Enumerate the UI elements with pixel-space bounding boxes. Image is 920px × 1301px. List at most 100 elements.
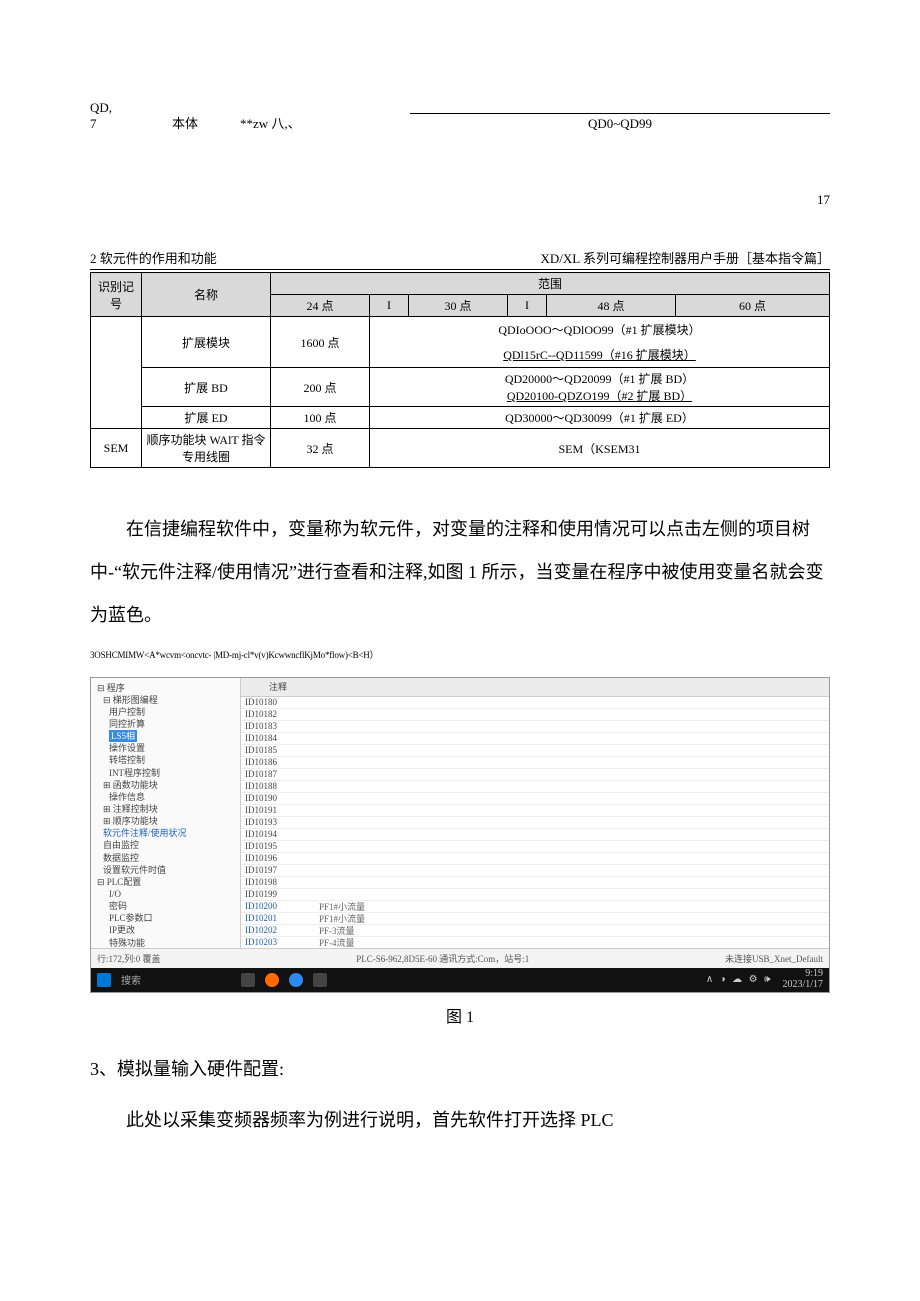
addr-cell: ID10185: [241, 745, 315, 755]
screenshot-ide: ⊟ 程序⊟ 梯形图编程用户控制同控折算LS5相操作设置转塔控制INT程序控制⊞ …: [90, 677, 830, 993]
addr-cell: ID10190: [241, 793, 315, 803]
hdr-c3: **zw 八,、: [240, 113, 410, 132]
softelem-list[interactable]: 注释 ID10180ID10182ID10183ID10184ID10185ID…: [241, 678, 829, 948]
section-3-title: 3、模拟量输入硬件配置:: [90, 1055, 830, 1081]
list-item[interactable]: ID10184: [241, 733, 829, 745]
list-item[interactable]: ID10186: [241, 757, 829, 769]
addr-cell: ID10196: [241, 853, 315, 863]
status-bar: 行:172,列:0 覆盖 PLC-S6-962,8D5E-60 通讯方式:Com…: [91, 948, 829, 968]
list-item[interactable]: ID10198: [241, 877, 829, 889]
cell-r3-name: 扩展 ED: [142, 407, 271, 429]
list-item[interactable]: ID10191: [241, 805, 829, 817]
cell-r3-text: QD30000～QD30099（#1 扩展 ED）: [370, 407, 830, 429]
cell-r3-pts: 100 点: [271, 407, 370, 429]
addr-cell: ID10198: [241, 877, 315, 887]
tree-node[interactable]: 软元件注释/使用状况: [97, 827, 234, 839]
tree-node[interactable]: 数据监控: [97, 852, 234, 864]
tree-node[interactable]: ⊞ 函数功能块: [97, 779, 234, 791]
hdr-c1b: 7: [90, 116, 130, 132]
edge-icon[interactable]: [289, 973, 303, 987]
list-item[interactable]: ID10183: [241, 721, 829, 733]
th-name: 名称: [142, 273, 271, 317]
cell-r4-text: SEM（KSEM31: [370, 429, 830, 468]
addr-cell: ID10195: [241, 841, 315, 851]
list-item[interactable]: ID10188: [241, 781, 829, 793]
list-item[interactable]: ID10197: [241, 865, 829, 877]
task-icon[interactable]: [241, 973, 255, 987]
tree-node[interactable]: 转塔控制: [97, 754, 234, 766]
list-item[interactable]: ID10194: [241, 829, 829, 841]
tree-node[interactable]: ⊞ 顺序功能块: [97, 815, 234, 827]
section-left: 2 软元件的作用和功能: [90, 248, 217, 267]
hdr-c1a: QD,: [90, 100, 130, 116]
cell-r2-pts: 200 点: [271, 368, 370, 407]
tree-node[interactable]: 特殊功能: [97, 937, 234, 948]
cell-r4-id: SEM: [91, 429, 142, 468]
list-item[interactable]: ID10203PF-4流量: [241, 937, 829, 948]
cell-r1-text: QDIoOOO～QDlOO99（#1 扩展模块） QDl15rC--QD1159…: [370, 317, 830, 368]
cell-r1-pts: 1600 点: [271, 317, 370, 368]
app-icon[interactable]: [313, 973, 327, 987]
cell-r2-text: QD20000～QD20099（#1 扩展 BD） QD20100-QDZO19…: [370, 368, 830, 407]
status-mid: PLC-S6-962,8D5E-60 通讯方式:Com，站号:1: [356, 952, 529, 965]
addr-cell: ID10184: [241, 733, 315, 743]
list-item[interactable]: ID10185: [241, 745, 829, 757]
tree-node[interactable]: ⊞ 注释控制块: [97, 803, 234, 815]
hdr-c4: QD0~QD99: [410, 113, 830, 132]
addr-cell: ID10199: [241, 889, 315, 899]
th-i2: I: [508, 295, 547, 317]
section-3-para: 此处以采集变频器频率为例进行说明，首先软件打开选择 PLC: [90, 1099, 830, 1142]
hdr-c2: 本体: [130, 113, 240, 132]
list-item[interactable]: ID10180: [241, 697, 829, 709]
tree-node[interactable]: 同控折算: [97, 718, 234, 730]
tree-node[interactable]: LS5相: [97, 730, 234, 742]
tree-node[interactable]: I/O: [97, 888, 234, 900]
th-24: 24 点: [271, 295, 370, 317]
list-item[interactable]: ID10190: [241, 793, 829, 805]
tree-node[interactable]: 操作信息: [97, 791, 234, 803]
clock-time: 9:19: [805, 968, 823, 979]
addr-cell: ID10180: [241, 697, 315, 707]
list-item[interactable]: ID10187: [241, 769, 829, 781]
softelem-table: 识别记号 名称 范围 24 点 I 30 点 I 48 点 60 点 扩展模块 …: [90, 272, 830, 468]
addr-cell: ID10187: [241, 769, 315, 779]
addr-cell: ID10191: [241, 805, 315, 815]
project-tree[interactable]: ⊟ 程序⊟ 梯形图编程用户控制同控折算LS5相操作设置转塔控制INT程序控制⊞ …: [91, 678, 241, 948]
list-item[interactable]: ID10196: [241, 853, 829, 865]
addr-cell: ID10183: [241, 721, 315, 731]
tree-node[interactable]: 操作设置: [97, 742, 234, 754]
firefox-icon[interactable]: [265, 973, 279, 987]
clock-date: 2023/1/17: [782, 979, 823, 990]
tree-node[interactable]: 密码: [97, 900, 234, 912]
cell-r4-name: 顺序功能块 WAlT 指令专用线圈: [142, 429, 271, 468]
tree-node[interactable]: PLC参数口: [97, 912, 234, 924]
status-right: 未连接USB_Xnet_Default: [725, 952, 823, 965]
addr-cell: ID10188: [241, 781, 315, 791]
tree-node[interactable]: 用户控制: [97, 706, 234, 718]
addr-cell: ID10197: [241, 865, 315, 875]
th-id: 识别记号: [91, 273, 142, 317]
tree-node[interactable]: ⊟ PLC配置: [97, 876, 234, 888]
section-right: XD/XL 系列可编程控制器用户手册［基本指令篇］: [541, 248, 831, 267]
tree-node[interactable]: ⊟ 程序: [97, 682, 234, 694]
list-item[interactable]: ID10193: [241, 817, 829, 829]
tree-node[interactable]: IP更改: [97, 924, 234, 936]
cell-r1-name: 扩展模块: [142, 317, 271, 368]
tree-node[interactable]: ⊟ 梯形图编程: [97, 694, 234, 706]
start-icon[interactable]: [97, 973, 111, 987]
list-item[interactable]: ID10195: [241, 841, 829, 853]
th-i1: I: [370, 295, 409, 317]
addr-cell: ID10193: [241, 817, 315, 827]
garbled-line: 3OSHCMIMW<A*wcvm<oncvtc- |MD-mj-cl*v(v)K…: [90, 648, 830, 661]
tree-node[interactable]: 设置软元件时值: [97, 864, 234, 876]
list-item[interactable]: ID10182: [241, 709, 829, 721]
tray-icons[interactable]: ∧ ◑ ☁ ⚙ 🕪: [706, 974, 773, 985]
tree-node[interactable]: INT程序控制: [97, 767, 234, 779]
addr-cell: ID10202: [241, 925, 315, 935]
tree-node[interactable]: 自由监控: [97, 839, 234, 851]
th-60: 60 点: [676, 295, 830, 317]
page-number: 17: [90, 192, 830, 208]
taskbar-search[interactable]: 搜索: [121, 972, 141, 987]
header-fragment: QD, 7 本体 **zw 八,、 QD0~QD99: [90, 100, 830, 132]
th-48: 48 点: [547, 295, 676, 317]
